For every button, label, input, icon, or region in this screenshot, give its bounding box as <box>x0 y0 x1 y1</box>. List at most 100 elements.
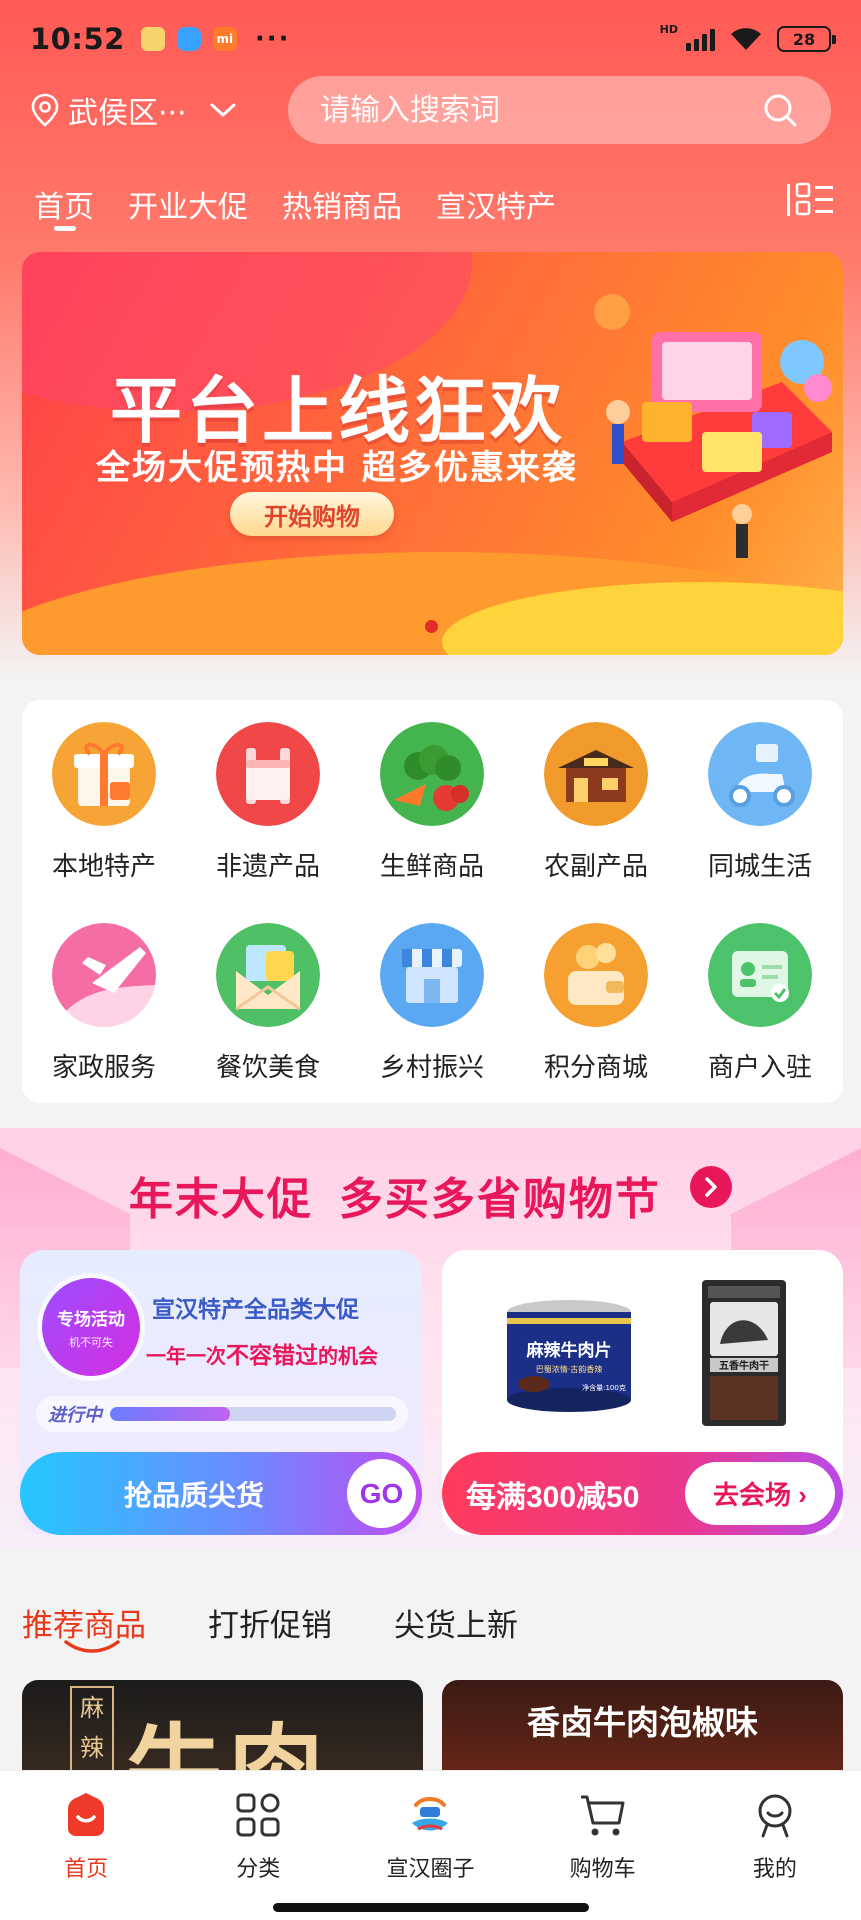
banner-subtitle: 全场大促预热中 超多优惠来袭 <box>96 448 578 488</box>
search-bar[interactable] <box>288 76 831 144</box>
home-icon <box>68 1793 105 1836</box>
spend-300-save-50-button[interactable]: 每满300减50 去会场 › <box>442 1452 843 1535</box>
promo-headline-part2: 多买多省购物节 <box>338 1174 661 1225</box>
grab-quality-goods-button[interactable]: 抢品质尖货 GO <box>20 1452 422 1535</box>
button-label: 每满300减50 <box>466 1480 640 1514</box>
product-title: 牛肉片 <box>126 1713 330 1780</box>
category-local-specialty[interactable]: 本地特产 <box>22 722 186 883</box>
vegetables-icon <box>380 722 484 826</box>
progress-label: 进行中 <box>48 1405 102 1426</box>
category-local-life[interactable]: 同城生活 <box>678 722 842 883</box>
clipboard-notification-icon <box>140 27 165 51</box>
category-grid-card: 本地特产 非遗产品 生鲜商品 农副产品 同城生活 家政服务 餐饮美食 乡村振兴 … <box>22 700 843 1103</box>
chat-notification-icon <box>176 27 201 51</box>
search-icon[interactable] <box>761 91 799 129</box>
progress-fill <box>110 1407 231 1421</box>
tab-new-arrivals[interactable]: 尖货上新 <box>394 1600 518 1645</box>
category-intangible-heritage[interactable]: 非遗产品 <box>186 722 350 883</box>
category-agricultural-products[interactable]: 农副产品 <box>514 722 678 883</box>
gift-box-icon <box>52 722 156 826</box>
more-notifications-icon: ··· <box>254 24 291 54</box>
search-input[interactable] <box>320 92 761 128</box>
profile-icon <box>758 1794 792 1838</box>
wifi-icon <box>731 28 761 50</box>
event-subtitle: 一年一次不容错过的机会 <box>146 1343 378 1369</box>
nav-label: 宣汉圈子 <box>386 1857 475 1882</box>
tab-home[interactable]: 首页 <box>34 168 94 231</box>
can-weight: 净含量:100克 <box>582 1383 626 1392</box>
go-to-venue-button[interactable]: 去会场 › <box>685 1462 835 1525</box>
shop-icon <box>380 923 484 1027</box>
location-pin-icon <box>31 93 59 127</box>
location-selector[interactable]: 武侯区··· <box>30 88 260 132</box>
category-label: 商户入驻 <box>707 1053 812 1083</box>
category-merchant-join[interactable]: 商户入驻 <box>678 923 842 1084</box>
location-label: 武侯区··· <box>68 96 187 131</box>
can-sub: 巴蜀浓情·古韵香辣 <box>536 1364 603 1374</box>
store-icon <box>544 722 648 826</box>
category-menu-icon[interactable] <box>785 180 835 220</box>
button-label: 抢品质尖货 <box>124 1479 265 1511</box>
grid-icon <box>236 1793 280 1837</box>
category-label: 农副产品 <box>543 852 648 882</box>
special-event-card[interactable]: 专场活动 机不可失 宣汉特产全品类大促 一年一次不容错过的机会 进行中 抢品质尖… <box>20 1250 422 1535</box>
category-label: 非遗产品 <box>215 852 320 882</box>
category-grid: 本地特产 非遗产品 生鲜商品 农副产品 同城生活 家政服务 餐饮美食 乡村振兴 … <box>22 722 843 1084</box>
category-label: 本地特产 <box>51 852 156 882</box>
nav-cart[interactable]: 购物车 <box>517 1789 689 1883</box>
beef-jerky-pack-image: 五香牛肉干 <box>702 1280 786 1426</box>
category-housekeeping[interactable]: 家政服务 <box>22 923 186 1084</box>
shopping-illustration-icon <box>594 294 832 558</box>
go-button[interactable]: GO <box>347 1459 416 1528</box>
category-points-mall[interactable]: 积分商城 <box>514 923 678 1084</box>
start-shopping-button[interactable]: 开始购物 <box>230 492 394 536</box>
tab-opening-promo[interactable]: 开业大促 <box>128 168 248 226</box>
promo-banner[interactable]: 平台上线狂欢 全场大促预热中 超多优惠来袭 开始购物 <box>22 252 843 655</box>
promo-headline[interactable]: 年末大促 多买多省购物节 <box>0 1163 861 1227</box>
status-time: 10:52 <box>30 22 125 56</box>
chevron-right-icon[interactable] <box>690 1166 733 1208</box>
category-rural-revitalization[interactable]: 乡村振兴 <box>350 923 514 1084</box>
top-tabs: 首页 开业大促 热销商品 宣汉特产 <box>0 168 861 238</box>
tab-xuanhan-specialty[interactable]: 宣汉特产 <box>436 168 556 226</box>
product-card[interactable]: 香卤牛肉泡椒味 <box>442 1680 843 1780</box>
active-tab-underline <box>64 1640 120 1653</box>
airplane-icon <box>52 923 156 1027</box>
community-logo-icon <box>412 1797 449 1831</box>
nav-community[interactable]: 宣汉圈子 <box>344 1789 516 1883</box>
battery-icon: 28 <box>777 26 836 52</box>
special-event-badge: 专场活动 机不可失 <box>42 1278 140 1376</box>
carousel-indicator <box>425 620 438 633</box>
home-indicator[interactable] <box>273 1903 589 1912</box>
nav-profile[interactable]: 我的 <box>689 1789 861 1883</box>
can-label: 麻辣牛肉片 <box>526 1340 612 1361</box>
nav-label: 购物车 <box>569 1857 636 1882</box>
chevron-down-icon <box>210 103 236 117</box>
tab-hot-products[interactable]: 热销商品 <box>282 168 402 226</box>
pack-label: 五香牛肉干 <box>719 1359 769 1372</box>
badge-subtitle: 机不可失 <box>69 1335 113 1349</box>
progress-track <box>110 1407 396 1421</box>
event-title: 宣汉特产全品类大促 <box>152 1297 359 1323</box>
bottom-navigation: 首页 分类 宣汉圈子 购物车 我的 <box>0 1770 861 1920</box>
category-food-dining[interactable]: 餐饮美食 <box>186 923 350 1084</box>
hd-label: HD <box>659 22 678 36</box>
nav-label: 分类 <box>236 1857 281 1882</box>
tab-discounts[interactable]: 打折促销 <box>208 1600 332 1645</box>
status-bar: 10:52 mi ··· HD 28 <box>0 0 861 78</box>
product-card[interactable]: 麻辣 牛肉片 <box>22 1680 423 1780</box>
category-label: 乡村振兴 <box>379 1053 484 1083</box>
category-label: 餐饮美食 <box>215 1053 320 1083</box>
merchant-card-icon <box>708 923 812 1027</box>
nav-categories[interactable]: 分类 <box>172 1789 344 1883</box>
product-title: 香卤牛肉泡椒味 <box>527 1703 758 1742</box>
category-fresh-produce[interactable]: 生鲜商品 <box>350 722 514 883</box>
nav-label: 首页 <box>64 1857 109 1882</box>
nav-home[interactable]: 首页 <box>0 1789 172 1883</box>
beef-slices-can-image: 麻辣牛肉片 巴蜀浓情·古韵香辣 净含量:100克 <box>507 1300 631 1412</box>
category-label: 积分商城 <box>543 1053 648 1083</box>
coins-wallet-icon <box>544 923 648 1027</box>
notification-icons: mi <box>140 27 237 51</box>
system-indicators: HD 28 <box>659 22 836 52</box>
discount-event-card[interactable]: 麻辣牛肉片 巴蜀浓情·古韵香辣 净含量:100克 五香牛肉干 每满300减50 … <box>442 1250 843 1535</box>
